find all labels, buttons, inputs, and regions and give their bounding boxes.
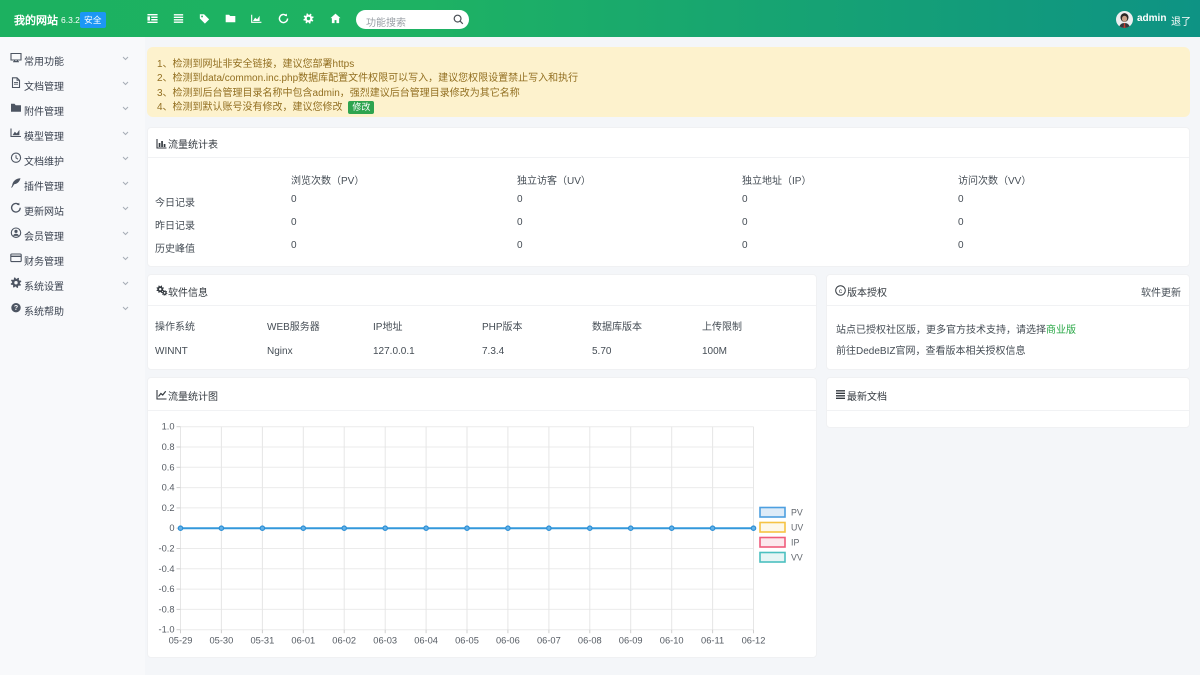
svg-text:06-10: 06-10 xyxy=(660,635,684,645)
svg-text:VV: VV xyxy=(791,553,803,563)
svg-text:05-29: 05-29 xyxy=(169,635,193,645)
svg-text:PV: PV xyxy=(791,508,803,518)
svg-text:-0.8: -0.8 xyxy=(158,604,174,614)
svg-text:1.0: 1.0 xyxy=(162,422,175,432)
svg-text:06-07: 06-07 xyxy=(537,635,561,645)
svg-text:06-04: 06-04 xyxy=(414,635,438,645)
svg-text:06-09: 06-09 xyxy=(619,635,643,645)
svg-text:-0.2: -0.2 xyxy=(158,544,174,554)
svg-text:06-05: 06-05 xyxy=(455,635,479,645)
svg-text:06-08: 06-08 xyxy=(578,635,602,645)
svg-text:-0.4: -0.4 xyxy=(158,564,174,574)
svg-text:0.2: 0.2 xyxy=(162,503,175,513)
svg-text:c: c xyxy=(839,288,843,295)
svg-text:?: ? xyxy=(14,305,18,312)
svg-text:0.8: 0.8 xyxy=(162,442,175,452)
svg-text:06-03: 06-03 xyxy=(373,635,397,645)
svg-text:-0.6: -0.6 xyxy=(158,584,174,594)
svg-text:05-30: 05-30 xyxy=(210,635,234,645)
svg-text:0.6: 0.6 xyxy=(162,462,175,472)
svg-text:06-02: 06-02 xyxy=(332,635,356,645)
svg-text:05-31: 05-31 xyxy=(251,635,275,645)
svg-text:UV: UV xyxy=(791,523,803,533)
svg-text:0.4: 0.4 xyxy=(162,483,175,493)
svg-text:-1.0: -1.0 xyxy=(158,625,174,635)
svg-text:06-01: 06-01 xyxy=(291,635,315,645)
svg-text:06-06: 06-06 xyxy=(496,635,520,645)
svg-text:06-12: 06-12 xyxy=(742,635,766,645)
svg-text:IP: IP xyxy=(791,538,799,548)
svg-text:06-11: 06-11 xyxy=(701,635,724,645)
svg-text:0: 0 xyxy=(169,523,174,533)
